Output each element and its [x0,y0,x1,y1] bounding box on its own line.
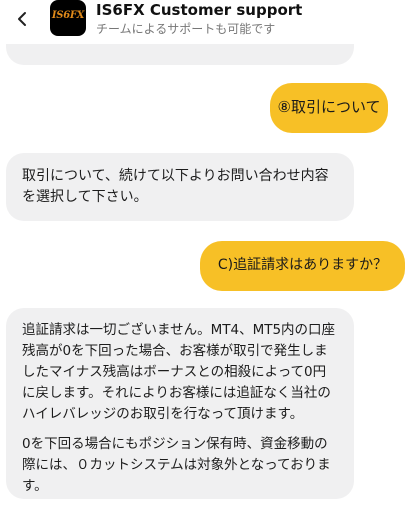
user-message-bubble: ⑧取引について [270,83,388,133]
back-button[interactable] [12,8,32,30]
user-message-text: C)追証請求はありますか？ [217,257,388,273]
agent-message-paragraph: 追証請求は一切ございません。MT4、MT5内の口座残高が0を下回った場合、お客様… [22,322,336,422]
agent-message-bubble: 追証請求は一切ございません。MT4、MT5内の口座残高が0を下回った場合、お客様… [6,308,354,499]
agent-message-bubble: 取引について、続けて以下よりお問い合わせ内容を選択して下さい。 [6,153,354,221]
header-subtitle: チームによるサポートも可能です [96,22,276,36]
avatar[interactable]: IS6FX [50,0,86,36]
page-title: IS6FX Customer support [96,1,303,19]
user-message-bubble: C)追証請求はありますか？ [200,241,405,291]
chevron-left-icon [18,12,26,26]
avatar-logo-text: IS6FX [51,10,85,21]
user-message-text: ⑧取引について [277,98,381,116]
chat-header: IS6FX IS6FX Customer support チームによるサポートも… [0,0,414,44]
agent-message-paragraph: 0を下回る場合にもポジション保有時、資金移動の際には、０カットシステムは対象外と… [22,436,331,494]
agent-message-text: 取引について、続けて以下よりお問い合わせ内容を選択して下さい。 [22,168,329,205]
